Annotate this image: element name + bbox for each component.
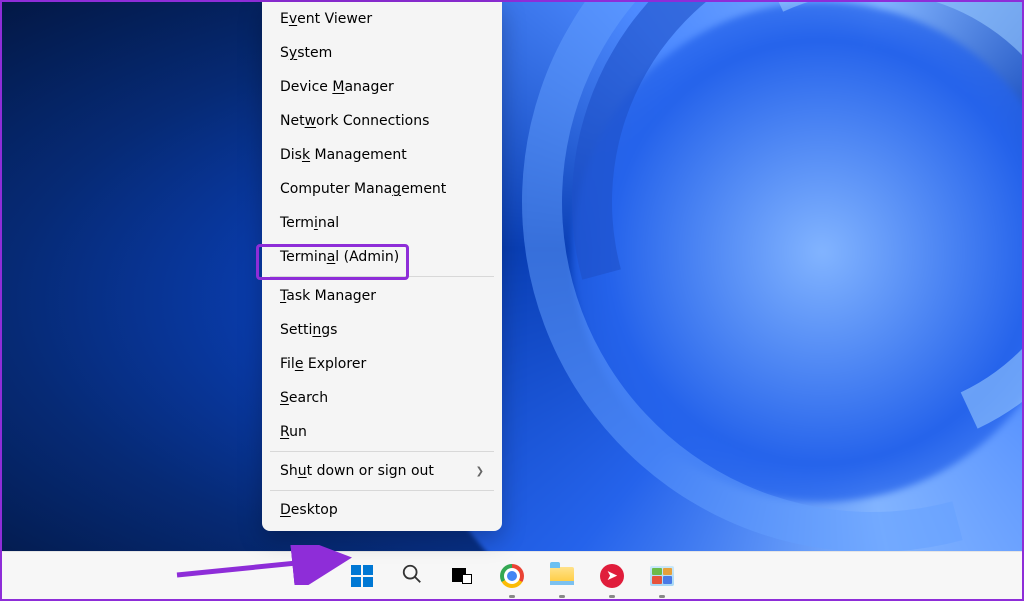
file-explorer-icon bbox=[550, 567, 574, 585]
search-icon bbox=[401, 563, 423, 589]
taskbar: ➤ bbox=[2, 551, 1022, 599]
menu-item-file-explorer[interactable]: File Explorer bbox=[262, 347, 502, 381]
menu-item-event-viewer[interactable]: Event Viewer bbox=[262, 2, 502, 36]
menu-item-device-manager[interactable]: Device Manager bbox=[262, 70, 502, 104]
start-button[interactable] bbox=[342, 556, 382, 596]
menu-item-task-manager[interactable]: Task Manager bbox=[262, 279, 502, 313]
chrome-icon bbox=[500, 564, 524, 588]
menu-item-system[interactable]: System bbox=[262, 36, 502, 70]
menu-item-disk-management[interactable]: Disk Management bbox=[262, 138, 502, 172]
search-button[interactable] bbox=[392, 556, 432, 596]
app-button[interactable]: ➤ bbox=[592, 556, 632, 596]
menu-item-desktop[interactable]: Desktop bbox=[262, 493, 502, 527]
winx-context-menu: Event Viewer System Device Manager Netwo… bbox=[262, 2, 502, 531]
menu-item-run[interactable]: Run bbox=[262, 415, 502, 449]
menu-item-computer-management[interactable]: Computer Management bbox=[262, 172, 502, 206]
task-view-icon bbox=[452, 568, 472, 584]
running-indicator bbox=[509, 595, 515, 598]
running-indicator bbox=[559, 595, 565, 598]
menu-separator bbox=[270, 451, 494, 452]
running-indicator bbox=[659, 595, 665, 598]
running-indicator bbox=[609, 595, 615, 598]
red-circle-icon: ➤ bbox=[600, 564, 624, 588]
chevron-right-icon: ❯ bbox=[476, 466, 484, 477]
menu-item-settings[interactable]: Settings bbox=[262, 313, 502, 347]
menu-item-terminal-admin[interactable]: Terminal (Admin) bbox=[262, 240, 502, 274]
menu-item-shutdown-signout[interactable]: Shut down or sign out❯ bbox=[262, 454, 502, 488]
task-view-button[interactable] bbox=[442, 556, 482, 596]
menu-separator bbox=[270, 276, 494, 277]
menu-item-network-connections[interactable]: Network Connections bbox=[262, 104, 502, 138]
chrome-button[interactable] bbox=[492, 556, 532, 596]
start-icon bbox=[351, 565, 373, 587]
menu-item-terminal[interactable]: Terminal bbox=[262, 206, 502, 240]
file-explorer-button[interactable] bbox=[542, 556, 582, 596]
control-panel-icon bbox=[650, 566, 674, 586]
desktop-wallpaper bbox=[2, 2, 1022, 599]
menu-separator bbox=[270, 490, 494, 491]
control-panel-button[interactable] bbox=[642, 556, 682, 596]
menu-item-search[interactable]: Search bbox=[262, 381, 502, 415]
